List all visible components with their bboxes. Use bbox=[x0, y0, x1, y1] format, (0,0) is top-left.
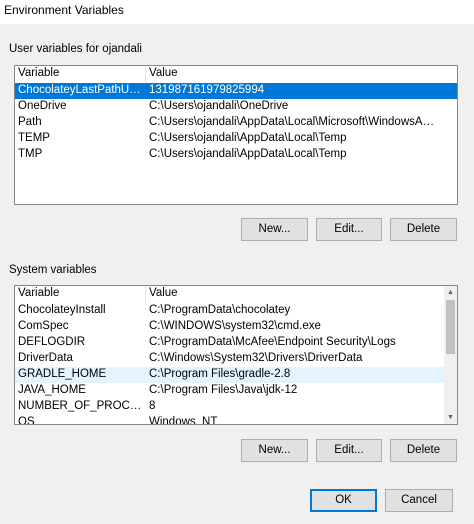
variable-value: C:\Users\ojandali\OneDrive bbox=[149, 100, 289, 112]
column-header-value[interactable]: Value bbox=[149, 67, 178, 79]
variable-value: C:\WINDOWS\system32\cmd.exe bbox=[149, 320, 321, 332]
table-row[interactable]: ComSpec C:\WINDOWS\system32\cmd.exe bbox=[15, 319, 457, 335]
system-variables-list[interactable]: Variable Value ChocolateyInstall C:\Prog… bbox=[14, 285, 458, 425]
variable-value: Windows_NT bbox=[149, 416, 218, 425]
vertical-scrollbar[interactable]: ▲ ▼ bbox=[444, 286, 457, 424]
column-header-value[interactable]: Value bbox=[149, 287, 178, 299]
user-new-button[interactable]: New... bbox=[241, 218, 308, 241]
table-row[interactable]: Path C:\Users\ojandali\AppData\Local\Mic… bbox=[15, 115, 457, 131]
variable-value: C:\ProgramData\chocolatey bbox=[149, 304, 291, 316]
table-row[interactable]: GRADLE_HOME C:\Program Files\gradle-2.8 bbox=[15, 367, 457, 383]
variable-name: Path bbox=[18, 116, 42, 128]
variable-name: OS bbox=[18, 416, 35, 425]
variable-value: C:\ProgramData\McAfee\Endpoint Security\… bbox=[149, 336, 396, 348]
table-row[interactable]: TEMP C:\Users\ojandali\AppData\Local\Tem… bbox=[15, 131, 457, 147]
ok-button[interactable]: OK bbox=[310, 489, 377, 512]
user-delete-button[interactable]: Delete bbox=[390, 218, 457, 241]
column-separator[interactable] bbox=[145, 286, 146, 303]
variable-value: C:\Program Files\Java\jdk-12 bbox=[149, 384, 298, 396]
variable-name: DriverData bbox=[18, 352, 73, 364]
scroll-down-arrow-icon[interactable]: ▼ bbox=[444, 411, 457, 424]
cancel-button[interactable]: Cancel bbox=[385, 489, 453, 512]
table-row[interactable]: OS Windows_NT bbox=[15, 415, 457, 425]
column-header-variable[interactable]: Variable bbox=[18, 287, 59, 299]
variable-name: ChocolateyInstall bbox=[18, 304, 106, 316]
system-delete-button[interactable]: Delete bbox=[390, 439, 457, 462]
table-row[interactable]: NUMBER_OF_PROCESSORS 8 bbox=[15, 399, 457, 415]
variable-name: GRADLE_HOME bbox=[18, 368, 107, 380]
table-row[interactable]: TMP C:\Users\ojandali\AppData\Local\Temp bbox=[15, 147, 457, 163]
variable-name: NUMBER_OF_PROCESSORS bbox=[18, 400, 144, 412]
scroll-thumb[interactable] bbox=[446, 300, 455, 354]
user-variables-list[interactable]: Variable Value ChocolateyLastPathUpdate … bbox=[14, 65, 458, 205]
column-separator[interactable] bbox=[145, 66, 146, 83]
user-variables-label: User variables for ojandali bbox=[9, 43, 142, 55]
variable-value: C:\Users\ojandali\AppData\Local\Temp bbox=[149, 148, 347, 160]
variable-name: DEFLOGDIR bbox=[18, 336, 86, 348]
variable-value: C:\Users\ojandali\AppData\Local\Temp bbox=[149, 132, 347, 144]
column-header-variable[interactable]: Variable bbox=[18, 67, 59, 79]
variable-name: JAVA_HOME bbox=[18, 384, 86, 396]
table-row[interactable]: ChocolateyInstall C:\ProgramData\chocola… bbox=[15, 303, 457, 319]
title-bar: Environment Variables bbox=[0, 0, 474, 24]
table-row[interactable]: DriverData C:\Windows\System32\Drivers\D… bbox=[15, 351, 457, 367]
variable-value: C:\Windows\System32\Drivers\DriverData bbox=[149, 352, 363, 364]
scroll-up-arrow-icon[interactable]: ▲ bbox=[444, 286, 457, 299]
variable-name: TMP bbox=[18, 148, 43, 160]
table-row[interactable]: DEFLOGDIR C:\ProgramData\McAfee\Endpoint… bbox=[15, 335, 457, 351]
table-row[interactable]: JAVA_HOME C:\Program Files\Java\jdk-12 bbox=[15, 383, 457, 399]
table-row[interactable]: OneDrive C:\Users\ojandali\OneDrive bbox=[15, 99, 457, 115]
variable-value: C:\Users\ojandali\AppData\Local\Microsof… bbox=[149, 116, 439, 128]
system-list-header: Variable Value bbox=[15, 286, 457, 303]
table-row[interactable]: ChocolateyLastPathUpdate 131987161979825… bbox=[15, 83, 457, 99]
variable-value: 8 bbox=[149, 400, 156, 412]
system-variables-label: System variables bbox=[9, 264, 97, 276]
variable-value: 131987161979825994 bbox=[149, 84, 265, 96]
user-edit-button[interactable]: Edit... bbox=[316, 218, 382, 241]
system-edit-button[interactable]: Edit... bbox=[316, 439, 382, 462]
window-title: Environment Variables bbox=[4, 3, 124, 17]
variable-value: C:\Program Files\gradle-2.8 bbox=[149, 368, 291, 380]
variable-name: TEMP bbox=[18, 132, 50, 144]
variable-name: ChocolateyLastPathUpdate bbox=[18, 84, 144, 96]
variable-name: OneDrive bbox=[18, 100, 67, 112]
system-new-button[interactable]: New... bbox=[241, 439, 308, 462]
variable-name: ComSpec bbox=[18, 320, 69, 332]
user-list-header: Variable Value bbox=[15, 66, 457, 83]
